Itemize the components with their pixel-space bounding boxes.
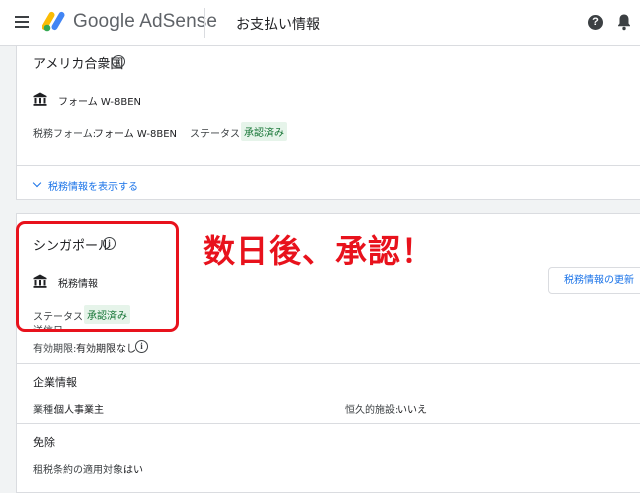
help-icon[interactable]: ? bbox=[588, 15, 603, 30]
expiry-value: 有効期限なし bbox=[76, 344, 136, 355]
brand-name[interactable]: Google AdSense bbox=[73, 11, 217, 33]
header-divider bbox=[204, 8, 205, 38]
bank-icon bbox=[33, 92, 47, 106]
adsense-logo-icon[interactable] bbox=[42, 10, 66, 32]
page-title: お支払い情報 bbox=[236, 17, 320, 33]
exemption-heading: 免除 bbox=[33, 436, 55, 449]
expiry-label: 有効期限: bbox=[33, 344, 77, 355]
permanent-establishment-label: 恒久的施設: bbox=[345, 405, 399, 416]
usa-tax-form-value: フォーム W-8BEN bbox=[94, 129, 177, 140]
business-info-heading: 企業情報 bbox=[33, 376, 77, 389]
annotation-text: 数日後、承認！ bbox=[203, 232, 435, 270]
card2-divider-1 bbox=[17, 363, 640, 364]
treaty-value: はい bbox=[123, 465, 143, 476]
usa-country-heading: アメリカ合衆国 bbox=[33, 57, 124, 72]
bell-icon[interactable] bbox=[616, 13, 632, 31]
treaty-label: 租税条約の適用対象: bbox=[33, 465, 127, 476]
menu-icon[interactable] bbox=[15, 16, 29, 28]
usa-status-badge: 承認済み bbox=[241, 122, 287, 141]
annotation-highlight-box bbox=[16, 221, 179, 332]
usa-form-name: フォーム W-8BEN bbox=[58, 97, 141, 108]
usa-status-label: ステータス: bbox=[190, 129, 244, 140]
industry-value: 個人事業主 bbox=[54, 405, 104, 416]
permanent-establishment-value: いいえ bbox=[397, 405, 427, 416]
info-icon[interactable]: i bbox=[112, 55, 125, 68]
update-tax-info-button[interactable]: 税務情報の更新 bbox=[548, 267, 640, 294]
card1-divider bbox=[17, 165, 640, 166]
card2-divider-2 bbox=[17, 423, 640, 424]
show-tax-info-link[interactable]: 税務情報を表示する bbox=[48, 178, 138, 193]
info-icon[interactable]: i bbox=[135, 340, 148, 353]
usa-tax-form-label: 税務フォーム: bbox=[33, 129, 97, 140]
industry-label: 業種: bbox=[33, 405, 57, 416]
